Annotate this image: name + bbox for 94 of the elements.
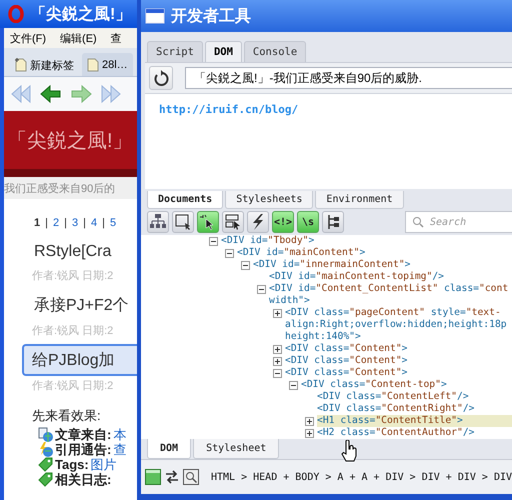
refresh-button[interactable] — [149, 66, 173, 90]
tree-icon — [150, 214, 166, 230]
devtools-tab[interactable]: Console — [244, 41, 306, 62]
pager-separator: | — [45, 217, 48, 229]
toolbar-button[interactable] — [147, 211, 169, 233]
tag-text[interactable]: <DIV id="mainContent"> — [237, 247, 366, 259]
bottom-tab[interactable]: DOM — [147, 439, 192, 459]
intro-text: 先来看效果: — [32, 407, 102, 425]
tag-text[interactable]: <H1 class="ContentTitle"> — [317, 415, 512, 427]
lightning-globe-icon — [38, 442, 53, 457]
page-link[interactable]: 5 — [110, 217, 116, 229]
ring-logo-icon — [8, 5, 24, 23]
tag-text[interactable]: <DIV class="Content"> — [285, 367, 408, 379]
panel-tab[interactable]: Stylesheets — [225, 191, 314, 209]
window-title: 开发者工具 — [171, 6, 251, 26]
tag-text[interactable]: <DIV class="Content"> — [285, 355, 408, 367]
collapse-toggle[interactable] — [273, 368, 282, 378]
collapse-toggle[interactable] — [257, 284, 266, 294]
info-link[interactable]: 图片 — [90, 456, 117, 474]
refresh-icon — [153, 70, 169, 86]
window-title: 「尖鋭之風!」 — [30, 4, 132, 24]
location-field[interactable]: 「尖鋭之風!」-我们正感受来自90后的威胁. — [185, 67, 512, 89]
screen-arrow-icon — [175, 214, 191, 230]
page-link[interactable]: 1 — [34, 217, 40, 229]
swap-arrows-icon[interactable] — [165, 470, 179, 484]
post-meta: 作者:锐风 日期:2 — [31, 379, 114, 394]
post-title[interactable]: RStyle[Cra — [28, 237, 137, 266]
pager-separator: | — [83, 217, 86, 229]
post-meta: 作者:锐风 日期:2 — [31, 269, 114, 284]
page-link[interactable]: 3 — [72, 217, 78, 229]
site-banner-title: 「尖鋭之風!」 — [7, 128, 133, 154]
toolbar-button[interactable]: \s — [297, 211, 319, 233]
back-arrow-icon[interactable] — [40, 84, 62, 104]
browser-tab[interactable]: 28l… — [82, 53, 133, 76]
pager-separator: | — [102, 217, 105, 229]
expand-toggle[interactable] — [305, 416, 314, 426]
lightning-icon — [250, 214, 266, 230]
tag-text[interactable]: <DIV id="mainContent-topimg"/> — [269, 271, 444, 283]
window-icon — [145, 8, 165, 24]
tag-text[interactable]: <DIV id="innermainContent"> — [253, 259, 410, 271]
tag-text[interactable]: <DIV class="Content-top"> — [301, 379, 447, 391]
panel-tab[interactable]: Environment — [315, 191, 404, 209]
toolbar-button[interactable] — [197, 211, 219, 233]
search-icon — [412, 216, 424, 228]
collapse-toggle[interactable] — [209, 236, 218, 246]
info-label: 文章来自: — [55, 426, 112, 442]
post-title[interactable]: 给PJBlog加 — [22, 344, 137, 376]
tag-text[interactable]: <DIV class="pageContent" style="text- align:Right;overflow:hidden;height:18p height:140%"> — [285, 307, 507, 343]
bottom-tab[interactable]: Stylesheet — [193, 439, 280, 459]
cursor-sparkle-icon — [200, 214, 216, 230]
pager-separator: | — [64, 217, 67, 229]
page-globe-icon — [38, 427, 53, 442]
info-label: Tags: — [55, 457, 89, 472]
tag-text[interactable]: <DIV class="ContentLeft"/> — [317, 391, 469, 403]
menu-item[interactable]: 文件(F) — [10, 30, 46, 46]
collapse-toggle[interactable] — [241, 260, 250, 270]
toolbar-button[interactable] — [172, 211, 194, 233]
menu-item[interactable]: 编辑(E) — [60, 30, 97, 46]
collapse-toggle[interactable] — [225, 248, 234, 258]
menu-item[interactable]: 查 — [110, 30, 122, 46]
toolbar-button[interactable] — [222, 211, 244, 233]
page-link[interactable]: 2 — [52, 217, 60, 229]
info-link[interactable]: 查 — [113, 440, 126, 458]
box-cursor-icon — [225, 214, 241, 230]
toolbar-button[interactable] — [322, 211, 344, 233]
site-tagline: 我们正感受来自90后的 — [4, 182, 116, 196]
info-label: 引用通告: — [55, 441, 112, 458]
devtools-tab[interactable]: Script — [147, 41, 203, 62]
info-label: 相关日志: — [55, 472, 112, 488]
toolbar-button[interactable] — [247, 211, 269, 233]
search-icon[interactable] — [183, 469, 199, 485]
panel-tab[interactable]: Documents — [147, 191, 224, 209]
info-link[interactable]: 本 — [113, 426, 126, 444]
new-page-icon — [15, 58, 27, 72]
devtools-tab[interactable]: DOM — [204, 41, 242, 62]
tag-icon — [38, 457, 53, 472]
post-title[interactable]: 承接PJ+F2个 — [28, 289, 137, 321]
window-icon[interactable] — [145, 469, 161, 485]
expand-toggle[interactable] — [273, 356, 282, 366]
collapse-toggle[interactable] — [289, 380, 298, 390]
page-icon — [87, 58, 99, 72]
tag-text[interactable]: <H2 class="ContentAuthor"/> — [317, 427, 474, 439]
toolbar-button[interactable]: <!> — [272, 211, 294, 233]
post-meta: 作者:锐风 日期:2 — [31, 324, 114, 339]
tag-text[interactable]: <DIV class="ContentRight"/> — [317, 403, 474, 415]
tag-text[interactable]: <DIV id="Tbody"> — [221, 235, 314, 247]
expand-toggle[interactable] — [273, 344, 282, 354]
page-link[interactable]: 4 — [90, 217, 98, 229]
tag-text[interactable]: <DIV class="Content"> — [285, 343, 408, 355]
tag-icon — [38, 472, 53, 487]
expand-toggle[interactable] — [273, 308, 282, 318]
browser-tab[interactable]: 新建标签 — [10, 53, 79, 76]
expand-toggle[interactable] — [305, 428, 314, 438]
breadcrumb-path: HTML > HEAD + BODY > A + A + DIV > DIV + DIV > DIV — [211, 472, 512, 482]
